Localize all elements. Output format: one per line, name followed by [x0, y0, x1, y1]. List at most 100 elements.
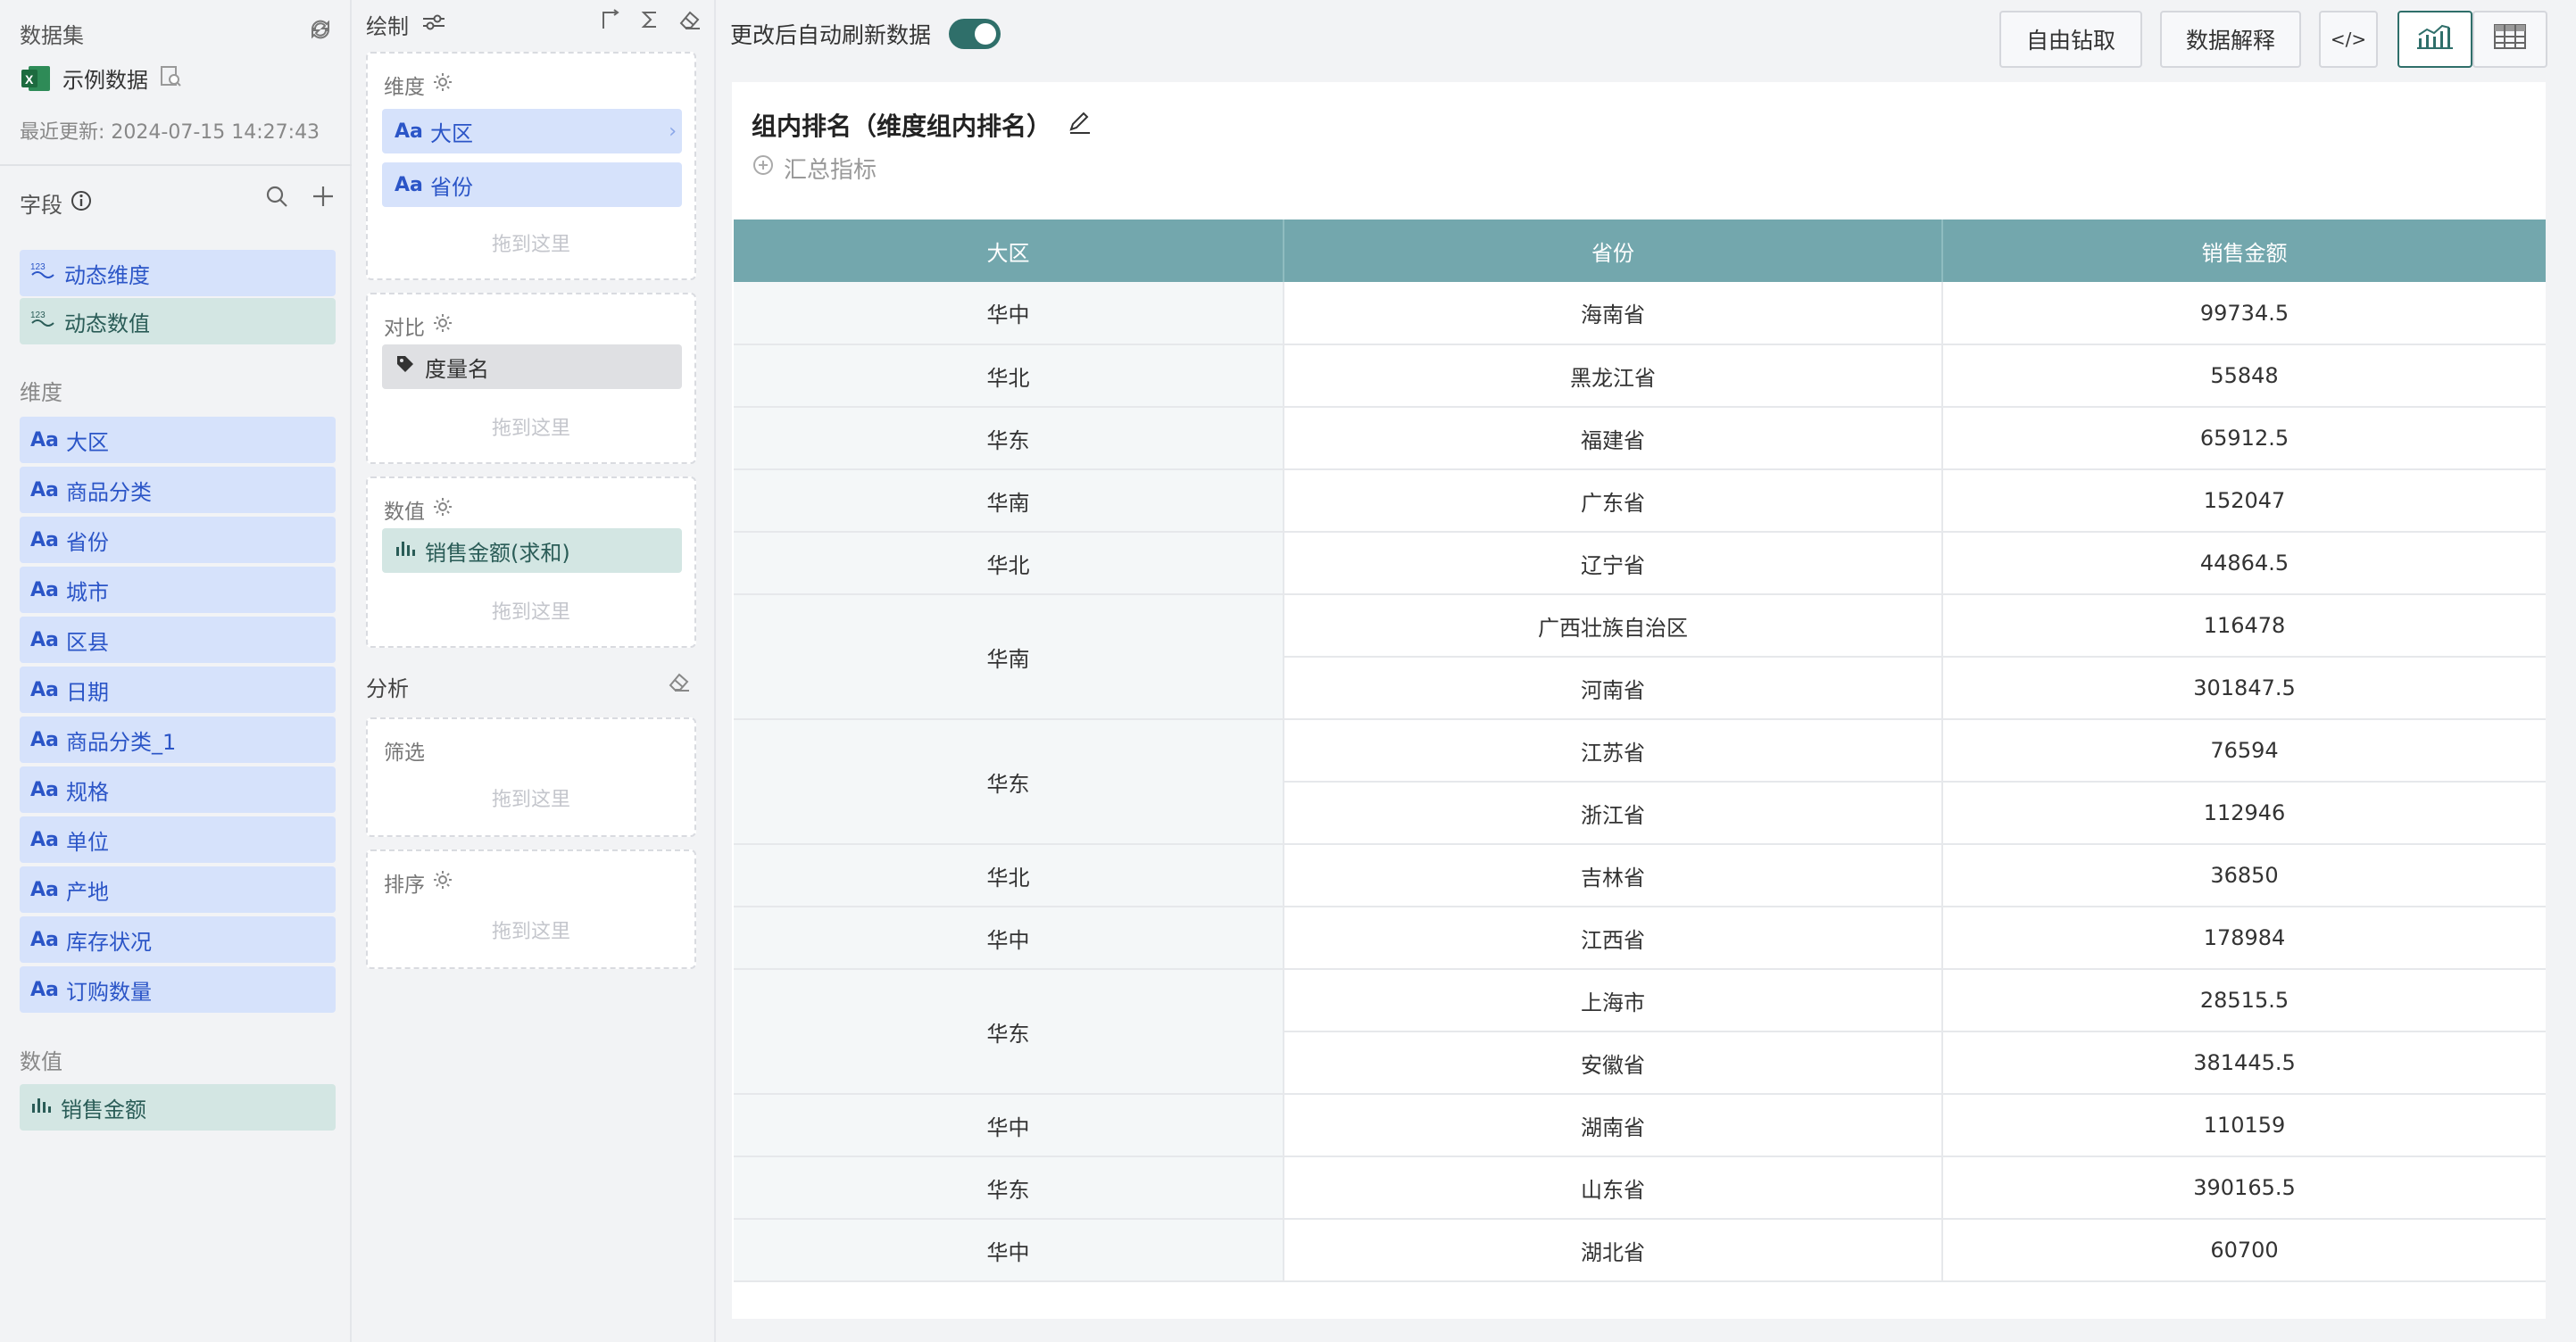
table-row: 华东 江苏省 76594: [734, 719, 2546, 845]
table-row: 华东 上海市 28515.5: [734, 969, 2546, 1095]
field-dimension[interactable]: Aa 大区: [20, 417, 336, 463]
box-label-text: 排序: [384, 874, 425, 897]
dataset-title: 数据集: [20, 23, 84, 48]
gear-icon[interactable]: [432, 71, 453, 98]
preview-icon[interactable]: [159, 64, 182, 93]
last-update-text: 最近更新: 2024-07-15 14:27:43: [20, 121, 320, 144]
field-dimension[interactable]: Aa 产地: [20, 866, 336, 913]
info-icon[interactable]: [70, 189, 93, 218]
data-explain-button[interactable]: 数据解释: [2160, 11, 2301, 68]
text-type-icon: Aa: [30, 728, 59, 751]
axis-swap-icon[interactable]: [600, 9, 621, 34]
field-dimension[interactable]: Aa 省份: [20, 517, 336, 563]
drop-hint: 拖到这里: [491, 921, 570, 943]
drop-hint: 拖到这里: [491, 418, 570, 440]
value-chip-sales[interactable]: 销售金额(求和): [382, 528, 682, 573]
field-dimension[interactable]: Aa 规格: [20, 766, 336, 813]
eraser-icon[interactable]: [678, 9, 702, 34]
field-label: 大区: [66, 429, 109, 455]
data-table: 大区 省份 销售金额 华中 海南省 99734.5 华北 黑龙江省 55848 华东 福建省 6…: [734, 220, 2546, 1282]
compare-box-label: 对比: [384, 311, 453, 341]
cell-province: 吉林省: [1284, 844, 1943, 907]
field-dimension[interactable]: Aa 区县: [20, 617, 336, 663]
sigma-icon[interactable]: [639, 9, 661, 34]
text-type-icon: Aa: [30, 678, 59, 701]
cell-province: 上海市: [1284, 969, 1943, 1032]
table-row: 华东 山东省 390165.5: [734, 1156, 2546, 1220]
summary-metric-button[interactable]: 汇总指标: [752, 152, 877, 185]
add-icon[interactable]: [311, 184, 336, 212]
text-type-icon: Aa: [30, 528, 59, 551]
compare-drop-zone[interactable]: 对比 度量名 拖到这里: [366, 293, 696, 464]
refresh-dataset-icon[interactable]: [307, 16, 334, 43]
cell-amount: 381445.5: [1942, 1031, 2546, 1095]
settings-sliders-icon[interactable]: [421, 12, 446, 38]
dimension-chip-province[interactable]: Aa 省份: [382, 162, 682, 207]
field-dimension[interactable]: Aa 商品分类_1: [20, 717, 336, 763]
text-type-icon: Aa: [30, 578, 59, 601]
field-label: 单位: [66, 829, 109, 855]
text-type-icon: Aa: [30, 978, 59, 1001]
field-dimension[interactable]: Aa 日期: [20, 667, 336, 713]
cell-amount: 65912.5: [1942, 407, 2546, 470]
box-label-text: 数值: [384, 501, 425, 524]
text-type-icon: Aa: [30, 928, 59, 951]
chart-icon: [2415, 22, 2455, 56]
fields-header: 字段: [20, 187, 93, 219]
cell-region: 华中: [734, 282, 1284, 345]
column-header-amount[interactable]: 销售金额: [1942, 220, 2546, 282]
cell-region: 华中: [734, 907, 1284, 970]
auto-refresh-toggle[interactable]: [949, 19, 1001, 49]
value-drop-zone[interactable]: 数值 销售金额(求和) 拖到这里: [366, 476, 696, 648]
free-drill-button[interactable]: 自由钻取: [1999, 11, 2142, 68]
measure-section-label: 数值: [20, 1049, 62, 1074]
filter-drop-zone[interactable]: 筛选 拖到这里: [366, 717, 696, 837]
chart-view-button[interactable]: [2397, 11, 2472, 68]
chip-label: 度量名: [425, 356, 489, 382]
auto-refresh-label: 更改后自动刷新数据: [730, 22, 932, 48]
eraser-icon[interactable]: [668, 671, 691, 696]
field-dynamic-value[interactable]: 123 动态数值: [20, 298, 336, 344]
field-label: 区县: [66, 629, 109, 655]
column-header-region[interactable]: 大区: [734, 220, 1284, 282]
field-label: 产地: [66, 879, 109, 905]
gear-icon[interactable]: [432, 312, 453, 339]
field-label: 城市: [66, 579, 109, 605]
summary-label: 汇总指标: [784, 157, 877, 184]
chart-panel: 更改后自动刷新数据 自由钻取 数据解释 </> 组内排名（维度组内排名） 汇总指…: [718, 0, 2576, 1342]
compare-chip-measure-name[interactable]: 度量名: [382, 344, 682, 389]
field-label: 库存状况: [66, 929, 152, 955]
field-label: 省份: [66, 529, 109, 555]
field-dimension[interactable]: Aa 单位: [20, 816, 336, 863]
draw-panel: 绘制 维度 Aa 大区 › Aa 省份 拖到这里 对比 度量名 拖到这里 数值 …: [353, 0, 716, 1342]
gear-icon[interactable]: [432, 869, 453, 896]
table-row: 华中 海南省 99734.5: [734, 282, 2546, 345]
chevron-right-icon[interactable]: ›: [669, 120, 677, 143]
column-header-province[interactable]: 省份: [1284, 220, 1943, 282]
sort-drop-zone[interactable]: 排序 拖到这里: [366, 849, 696, 969]
cell-region: 华东: [734, 407, 1284, 470]
field-dimension[interactable]: Aa 城市: [20, 567, 336, 613]
table-view-button[interactable]: [2472, 11, 2547, 68]
text-type-icon: Aa: [395, 120, 423, 143]
field-dimension[interactable]: Aa 商品分类: [20, 467, 336, 513]
dataset-item[interactable]: X 示例数据: [20, 62, 182, 94]
field-dimension[interactable]: Aa 订购数量: [20, 966, 336, 1013]
cell-amount: 116478: [1942, 594, 2546, 658]
field-dimension[interactable]: Aa 库存状况: [20, 916, 336, 963]
table-row: 华北 吉林省 36850: [734, 844, 2546, 907]
dimension-drop-zone[interactable]: 维度 Aa 大区 › Aa 省份 拖到这里: [366, 52, 696, 280]
dimension-chip-region[interactable]: Aa 大区 ›: [382, 109, 682, 153]
cell-province: 海南省: [1284, 282, 1943, 345]
analysis-title: 分析: [366, 676, 409, 701]
filter-box-label: 筛选: [384, 741, 425, 765]
field-label: 销售金额: [61, 1097, 146, 1122]
123-dynamic-icon: 123: [30, 309, 55, 334]
search-icon[interactable]: [264, 184, 289, 212]
gear-icon[interactable]: [432, 496, 453, 523]
field-measure[interactable]: 销售金额: [20, 1084, 336, 1131]
edit-pencil-icon[interactable]: [1068, 110, 1093, 141]
code-view-button[interactable]: </>: [2319, 11, 2378, 68]
field-dynamic-dimension[interactable]: 123 动态维度: [20, 250, 336, 296]
cell-amount: 301847.5: [1942, 657, 2546, 720]
